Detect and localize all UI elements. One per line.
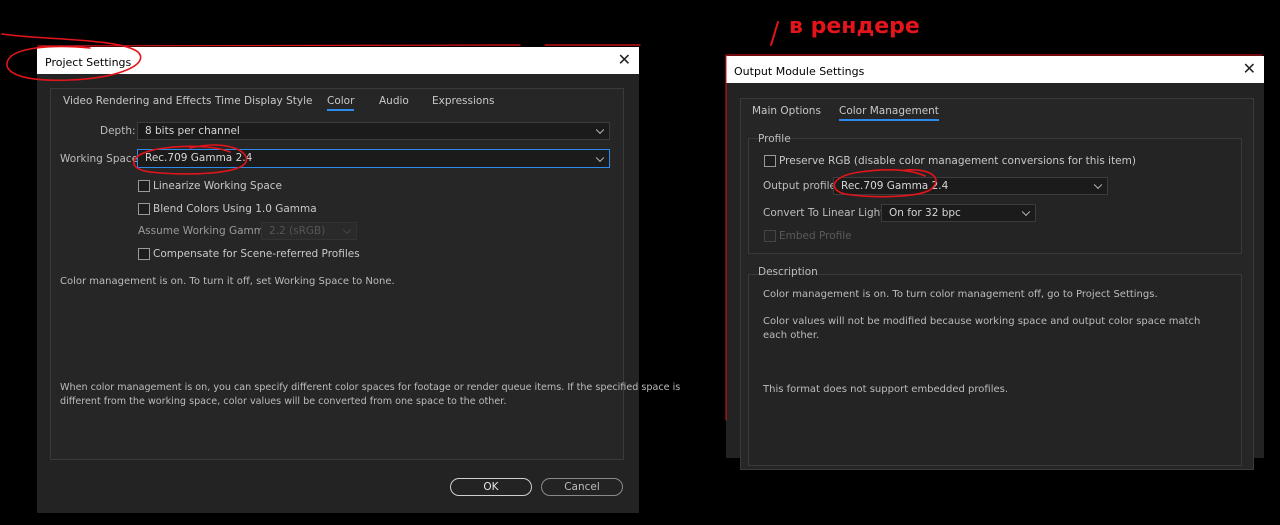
annotation-slash — [770, 21, 779, 46]
annotation-frame-right — [725, 54, 1263, 421]
annotation-ellipse-output-profile — [833, 168, 937, 198]
annotation-frame-left — [37, 44, 641, 47]
annotation-ellipse-title — [1, 33, 142, 82]
annotation-overlay — [1, 21, 1263, 421]
annotation-ellipse-working-space — [132, 144, 248, 175]
